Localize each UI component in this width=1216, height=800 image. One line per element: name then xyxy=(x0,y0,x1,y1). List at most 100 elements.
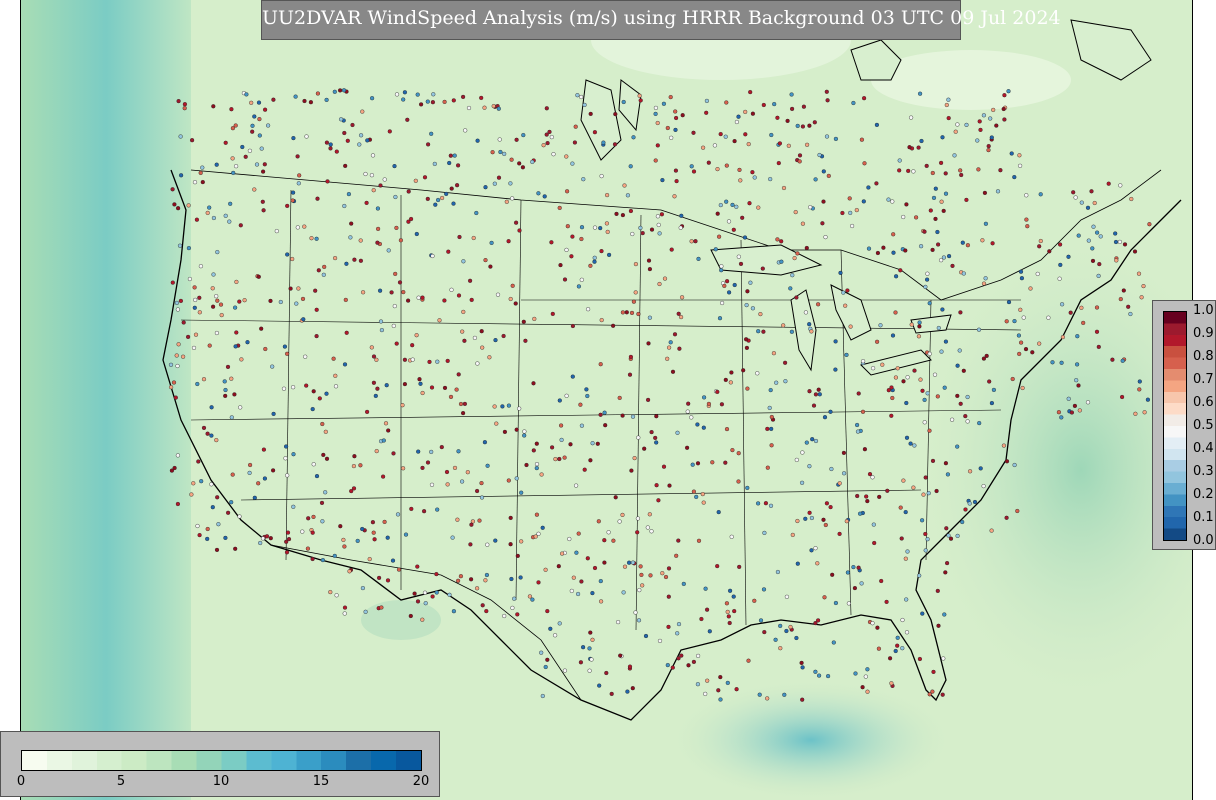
observation-point xyxy=(768,177,773,182)
observation-point xyxy=(506,239,511,244)
observation-point xyxy=(369,173,374,178)
observation-point xyxy=(291,452,296,457)
observation-point xyxy=(517,161,522,166)
observation-point xyxy=(831,640,836,645)
observation-point xyxy=(737,564,742,569)
observation-point xyxy=(731,227,736,232)
qc-colorbar-gradient xyxy=(1163,311,1187,541)
observation-point xyxy=(1035,271,1040,276)
observation-point xyxy=(207,343,212,348)
observation-point xyxy=(229,107,234,112)
observation-point xyxy=(504,199,509,204)
observation-point xyxy=(415,599,421,604)
observation-point xyxy=(904,630,910,635)
observation-point xyxy=(482,105,487,110)
qc-tick-label: 0.9 xyxy=(1193,326,1214,341)
observation-point xyxy=(1017,163,1023,168)
qc-tick-label: 0.6 xyxy=(1193,395,1214,410)
observation-point xyxy=(716,234,722,239)
observation-point xyxy=(730,448,735,453)
observation-point xyxy=(903,556,908,561)
observation-point xyxy=(807,322,812,327)
observation-point xyxy=(816,673,822,678)
observation-point xyxy=(576,531,581,536)
observation-point xyxy=(639,572,644,577)
observation-point xyxy=(215,495,220,500)
observation-point xyxy=(456,449,461,454)
observation-point xyxy=(704,607,710,612)
observation-point xyxy=(939,199,944,204)
observation-point xyxy=(765,465,770,470)
observation-point xyxy=(375,386,380,391)
observation-point xyxy=(230,472,235,477)
observation-point xyxy=(401,290,406,295)
observation-point xyxy=(628,354,633,359)
observation-point xyxy=(965,243,970,248)
observation-point xyxy=(313,288,318,293)
observation-point xyxy=(304,134,309,139)
observation-point xyxy=(761,587,767,592)
observation-point xyxy=(1092,200,1097,206)
observation-point xyxy=(374,449,379,454)
observation-point xyxy=(238,405,243,410)
observation-point xyxy=(940,135,945,140)
observation-point xyxy=(182,106,187,111)
observation-point xyxy=(617,395,622,400)
observation-point xyxy=(755,371,760,376)
observation-point xyxy=(530,597,535,602)
observation-point xyxy=(375,206,380,211)
observation-point xyxy=(484,608,489,614)
observation-point xyxy=(696,256,701,261)
observation-point xyxy=(302,224,307,229)
observation-point xyxy=(604,193,610,198)
observation-point xyxy=(803,516,808,521)
map-panel: UU2DVAR WindSpeed Analysis (m/s) using H… xyxy=(20,0,1193,800)
observation-point xyxy=(408,613,413,619)
observation-point xyxy=(704,110,709,115)
observation-point xyxy=(958,401,963,406)
observation-point xyxy=(611,538,616,543)
observation-point xyxy=(463,128,468,133)
observation-point xyxy=(415,92,420,97)
observation-point xyxy=(398,238,403,243)
observation-point xyxy=(893,648,898,654)
observation-point xyxy=(190,138,195,143)
observation-point xyxy=(786,143,791,148)
observation-point xyxy=(510,283,515,288)
observation-point xyxy=(323,429,328,434)
observation-point xyxy=(1094,305,1100,310)
observation-point xyxy=(501,333,506,339)
observation-point xyxy=(788,286,793,291)
observation-point xyxy=(539,650,544,655)
observation-point xyxy=(364,200,369,205)
observation-point xyxy=(262,476,267,481)
observation-point xyxy=(211,215,216,221)
observation-point xyxy=(365,138,370,143)
observation-point xyxy=(358,238,363,243)
observation-point xyxy=(748,89,753,95)
observation-point xyxy=(657,638,663,643)
observation-point xyxy=(691,659,696,664)
observation-point xyxy=(1137,379,1142,384)
observation-point xyxy=(923,284,928,289)
observation-point xyxy=(215,298,220,303)
observation-point xyxy=(209,482,214,487)
observation-point xyxy=(930,247,935,252)
observation-point xyxy=(930,170,935,176)
observation-point xyxy=(379,328,384,333)
observation-point xyxy=(1012,319,1017,324)
observation-point xyxy=(596,519,601,524)
observation-point xyxy=(855,429,861,434)
observation-point xyxy=(390,558,396,563)
observation-point xyxy=(989,401,994,406)
observation-point xyxy=(1141,284,1146,289)
observation-point xyxy=(1089,189,1094,194)
observation-point xyxy=(695,682,700,687)
observation-point xyxy=(406,298,411,303)
observation-point xyxy=(891,232,896,237)
observation-point xyxy=(574,550,579,555)
observation-point xyxy=(867,472,873,477)
observation-point xyxy=(444,191,449,196)
observation-point xyxy=(637,93,642,98)
observation-point xyxy=(673,127,678,132)
